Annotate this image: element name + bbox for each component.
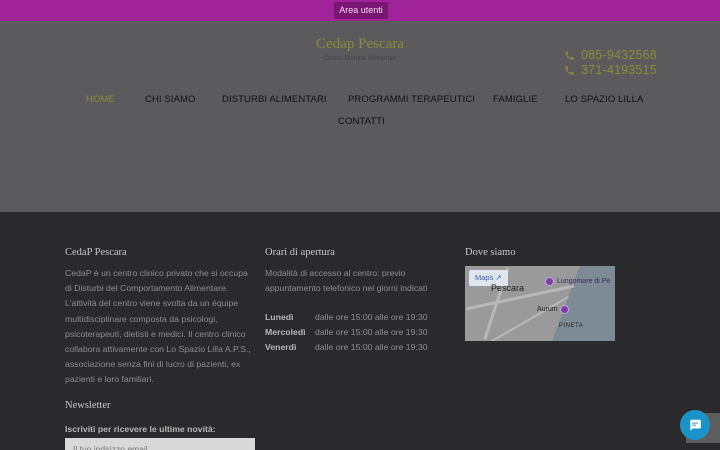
phone-number: 085-9432568 (581, 48, 657, 62)
footer-location-title: Dove siamo (465, 247, 516, 258)
logo-subtitle: Centro Disturbi Alimentari (323, 56, 397, 62)
maps-label: Maps (475, 273, 494, 282)
map-embed[interactable]: Maps ↗ Pescara Lungomare di Pe Aurum PIN… (465, 266, 615, 341)
hours-time: dalle ore 15:00 alle ore 19:30 (315, 342, 428, 352)
newsletter-title: Newsletter (65, 400, 111, 411)
nav-disturbi-alimentari[interactable]: DISTURBI ALIMENTARI (222, 94, 327, 105)
hours-row: Mercoledì dalle ore 15:00 alle ore 19:30 (265, 327, 428, 337)
hours-intro-line: appuntamento telefonico nei giorni indic… (265, 283, 428, 294)
about-line: multidisciplinare composta da psicologi, (65, 313, 218, 324)
hours-day: Lunedì (265, 312, 294, 322)
about-line: associazione senza fini di lucro di pazi… (65, 359, 241, 370)
phone-2[interactable]: 371-4193515 (564, 62, 657, 78)
footer-about-title: CedaP Pescara (65, 247, 127, 258)
nav-chi-siamo[interactable]: CHI SIAMO (145, 94, 196, 105)
about-line: CedaP è un centro clinico privato che si… (65, 268, 248, 278)
about-line: L'attività del centro viene svolta da un… (65, 298, 239, 309)
footer-hours-intro: Modalità di accesso al centro: previo ap… (265, 266, 455, 296)
nav-lo-spazio-lilla[interactable]: LO SPAZIO LILLA (565, 94, 643, 105)
nav-programmi-terapeutici[interactable]: PROGRAMMI TERAPEUTICI (348, 94, 475, 105)
hours-day: Venerdì (265, 342, 297, 352)
top-bar: Area utenti (0, 0, 720, 21)
about-line: psicoterapeuti, dietisti e medici. Il ce… (65, 328, 246, 339)
nav-contatti[interactable]: CONTATTI (338, 116, 385, 127)
about-line: pazienti e loro familiari. (65, 374, 154, 385)
newsletter-email-input[interactable] (65, 438, 255, 450)
hours-time: dalle ore 15:00 alle ore 19:30 (315, 327, 428, 337)
map-pin-icon (545, 277, 554, 286)
map-pin-icon (560, 305, 569, 314)
area-utenti-button[interactable]: Area utenti (334, 2, 388, 19)
map-label-aurum: Aurum (537, 306, 558, 313)
hours-row: Lunedì dalle ore 15:00 alle ore 19:30 (265, 312, 428, 322)
map-label-lungomare: Lungomare di Pe (557, 278, 611, 285)
hours-row: Venerdì dalle ore 15:00 alle ore 19:30 (265, 342, 428, 352)
hours-day: Mercoledì (265, 327, 306, 337)
hours-time: dalle ore 15:00 alle ore 19:30 (315, 312, 428, 322)
nav-famiglie[interactable]: FAMIGLIE (493, 94, 538, 105)
phone-number: 371-4193515 (581, 63, 657, 77)
map-label-pescara: Pescara (491, 283, 525, 293)
nav-home[interactable]: HOME (86, 94, 115, 105)
logo-title[interactable]: Cedap Pescara (290, 36, 430, 53)
newsletter-label: Iscriviti per ricevere le ultime novità: (65, 424, 216, 434)
phone-1[interactable]: 085-9432568 (564, 47, 657, 63)
about-line: di Disturbi del Comportamento Alimentare… (65, 283, 229, 294)
footer-hours-title: Orari di apertura (265, 247, 335, 258)
map-label-pineta: PINETA (559, 323, 584, 329)
phone-icon (565, 50, 574, 60)
about-line: collabora attivamente con Lo Spazio Lill… (65, 344, 251, 355)
footer-about-text: CedaP è un centro clinico privato che si… (65, 266, 260, 388)
hours-intro-line: Modalità di accesso al centro: previo (265, 268, 406, 278)
chat-icon (690, 419, 701, 431)
phone-icon (565, 65, 574, 75)
chat-button[interactable] (680, 410, 710, 440)
